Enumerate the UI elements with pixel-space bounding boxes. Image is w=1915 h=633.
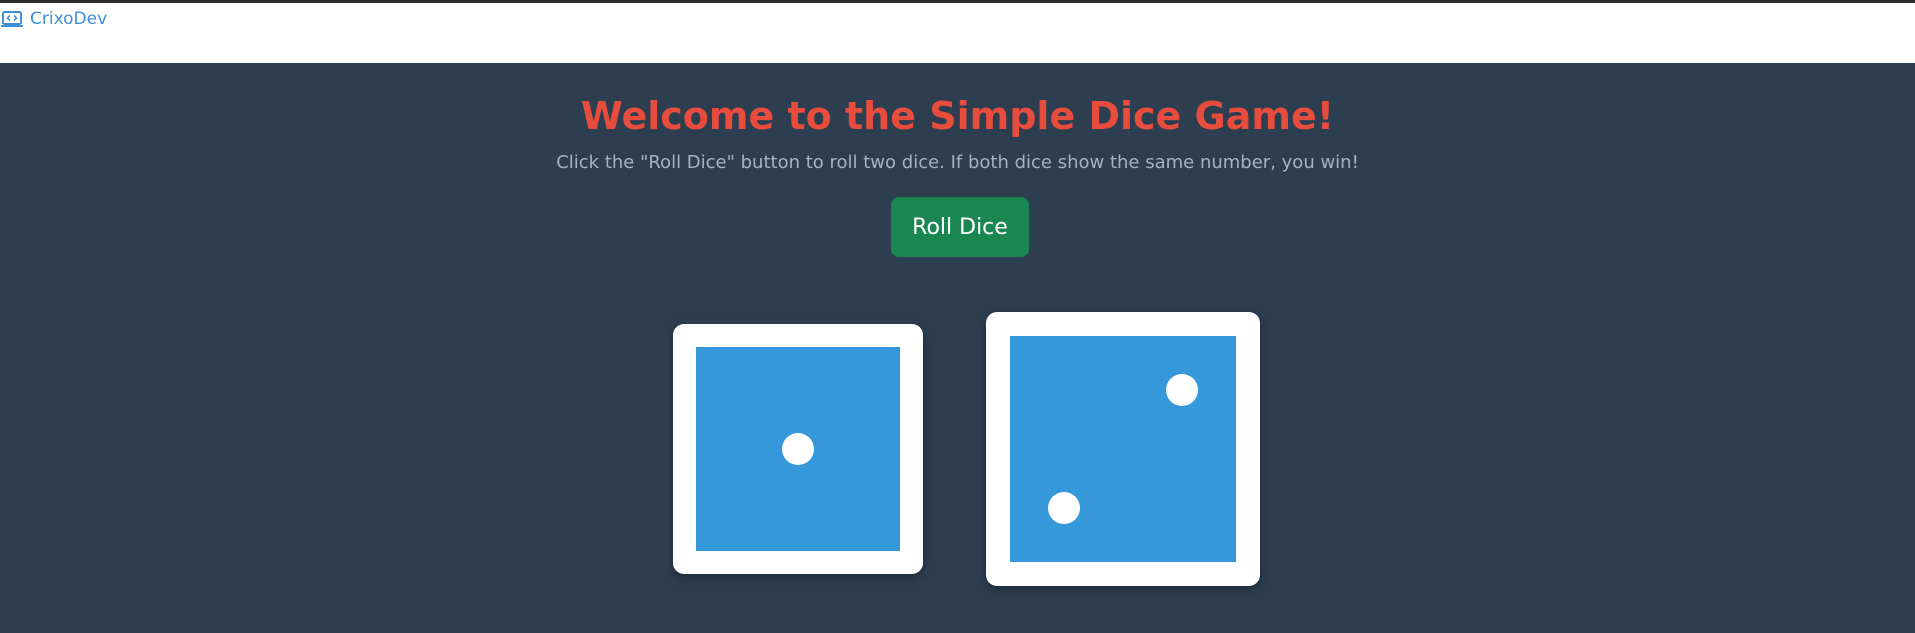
die-1 bbox=[673, 324, 923, 574]
roll-dice-button[interactable]: Roll Dice bbox=[891, 197, 1029, 257]
brand-name: CrixoDev bbox=[30, 9, 108, 29]
page-title: Welcome to the Simple Dice Game! bbox=[580, 94, 1335, 138]
die-pip bbox=[782, 433, 814, 465]
top-navbar: CrixoDev bbox=[0, 3, 1915, 63]
code-laptop-icon bbox=[1, 10, 23, 28]
die-pip bbox=[1165, 374, 1198, 407]
game-area: Welcome to the Simple Dice Game! Click t… bbox=[0, 63, 1915, 633]
die-pip bbox=[1048, 491, 1081, 524]
die-face bbox=[1010, 336, 1236, 562]
brand-link[interactable]: CrixoDev bbox=[1, 9, 107, 29]
die-face bbox=[696, 347, 900, 551]
game-instructions: Click the "Roll Dice" button to roll two… bbox=[556, 152, 1359, 173]
die-2 bbox=[986, 312, 1260, 586]
